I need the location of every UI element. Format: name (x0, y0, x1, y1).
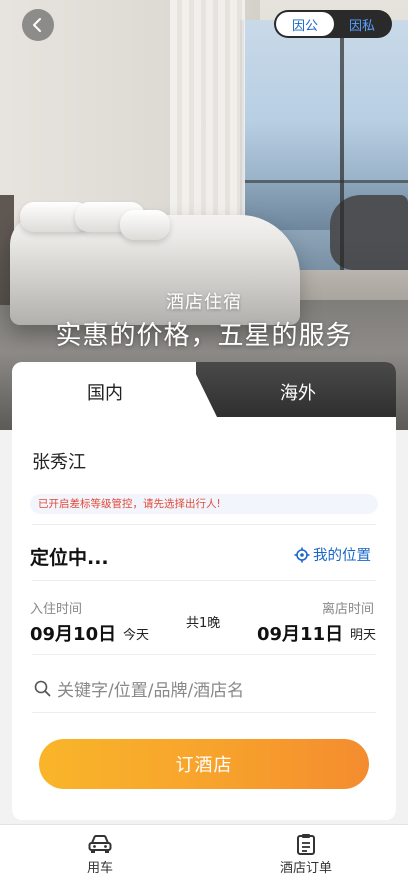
car-icon (88, 835, 112, 853)
nav-hotel-orders-label: 酒店订单 (279, 861, 332, 876)
hero-subtitle: 酒店住宿 (166, 292, 242, 313)
checkin-date[interactable]: 09月10日 (30, 620, 116, 646)
chevron-left-icon (33, 18, 41, 32)
business-personal-toggle[interactable]: 因公 因私 (274, 10, 392, 38)
search-icon (34, 680, 51, 697)
tab-domestic[interactable]: 国内 (87, 379, 123, 405)
checkout-date[interactable]: 09月11日 (257, 620, 343, 646)
nights-count: 共1晚 (186, 616, 221, 631)
tab-overseas[interactable]: 海外 (280, 379, 316, 405)
checkout-label: 离店时间 (322, 602, 375, 617)
toggle-personal[interactable]: 因私 (334, 12, 390, 36)
nav-hotel-orders[interactable]: 酒店订单 (266, 833, 346, 876)
nav-car[interactable]: 用车 (60, 833, 140, 876)
bottom-nav: 用车 酒店订单 (0, 824, 408, 883)
clipboard-icon (297, 834, 315, 855)
divider (32, 654, 376, 655)
divider (32, 580, 376, 581)
book-hotel-button[interactable]: 订酒店 (39, 739, 369, 789)
nav-car-label: 用车 (86, 861, 113, 876)
my-location-label: 我的位置 (313, 548, 371, 564)
divider (32, 524, 376, 525)
search-placeholder: 关键字/位置/品牌/酒店名 (57, 681, 245, 701)
checkin-label: 入住时间 (30, 602, 83, 617)
crosshair-icon (294, 547, 310, 562)
hero-title: 实惠的价格，五星的服务 (55, 321, 353, 351)
policy-notice: 已开启差标等级管控，请先选择出行人! (30, 494, 378, 514)
my-location-button[interactable]: 我的位置 (294, 544, 371, 565)
location-status[interactable]: 定位中... (30, 543, 109, 570)
hotel-search-input[interactable]: 关键字/位置/品牌/酒店名 (34, 676, 244, 701)
booking-card: 国内 海外 张秀江 已开启差标等级管控，请先选择出行人! 定位中... 我的位置… (12, 362, 396, 820)
divider (32, 712, 376, 713)
checkin-day: 今天 (123, 628, 150, 643)
region-tabs: 国内 海外 (12, 362, 396, 417)
toggle-business[interactable]: 因公 (276, 12, 334, 36)
back-button[interactable] (22, 9, 54, 41)
traveler-name[interactable]: 张秀江 (32, 448, 86, 474)
checkout-day: 明天 (350, 628, 377, 643)
